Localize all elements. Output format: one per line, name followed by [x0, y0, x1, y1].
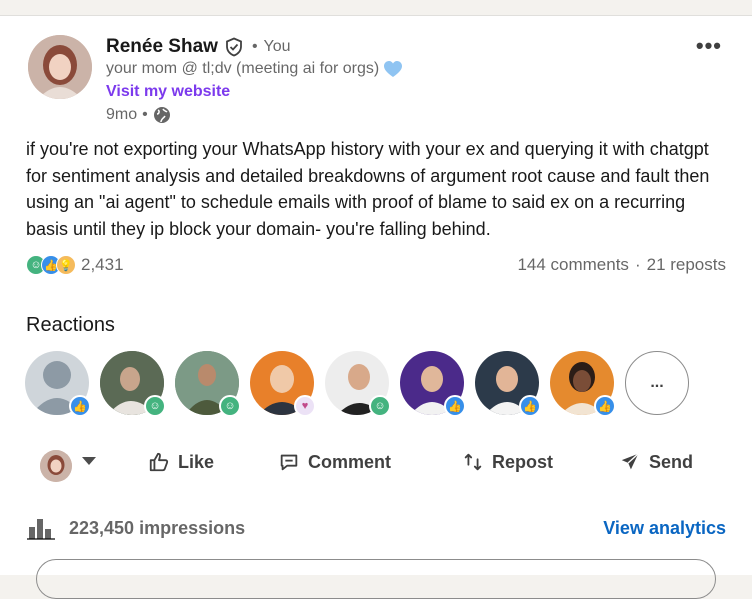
separator-dot: •	[142, 106, 148, 123]
actor-avatar[interactable]	[40, 450, 72, 482]
post-body: if you're not exporting your WhatsApp hi…	[26, 139, 710, 239]
like-badge-icon: 👍	[444, 395, 466, 417]
repost-button[interactable]: Repost	[462, 451, 553, 473]
funny-badge-icon: ☺	[144, 395, 166, 417]
reactor-avatar[interactable]: ♥	[250, 351, 316, 417]
repost-label: Repost	[492, 451, 554, 472]
reactor-avatar[interactable]: ☺	[100, 351, 166, 417]
reactions-heading: Reactions	[26, 314, 115, 336]
blue-heart-icon	[384, 61, 403, 77]
verified-shield-icon	[226, 37, 242, 57]
author-name[interactable]: Renée Shaw	[106, 36, 218, 58]
insightful-reaction-icon: 💡	[56, 255, 76, 275]
repost-icon	[464, 453, 482, 471]
more-reactors-button[interactable]: ...	[625, 351, 689, 415]
like-badge-icon: 👍	[594, 395, 616, 417]
funny-badge-icon: ☺	[369, 395, 391, 417]
author-avatar[interactable]	[28, 35, 92, 99]
separator-dot: •	[251, 38, 258, 55]
funny-badge-icon: ☺	[219, 395, 241, 417]
more-options-icon[interactable]: •••	[696, 33, 722, 59]
reactor-list: 👍 ☺ ☺ ♥ ☺ 👍 👍 👍 ...	[25, 351, 689, 417]
reactor-avatar[interactable]: ☺	[325, 351, 391, 417]
action-bar: Like Comment Repost Send	[0, 443, 752, 489]
website-link[interactable]: Visit my website	[106, 83, 230, 101]
reaction-summary[interactable]: ☺ 👍 💡 2,431	[26, 255, 124, 275]
like-badge-icon: 👍	[519, 395, 541, 417]
relation-label: You	[263, 38, 291, 55]
like-button[interactable]: Like	[148, 451, 214, 473]
reactor-avatar[interactable]: 👍	[400, 351, 466, 417]
comment-label: Comment	[308, 451, 392, 472]
analytics-row: 223,450 impressions View analytics	[0, 514, 752, 544]
send-label: Send	[649, 451, 694, 472]
globe-icon	[153, 107, 170, 123]
social-counts: ☺ 👍 💡 2,431 144 comments · 21 reposts	[26, 253, 726, 277]
comments-count[interactable]: 144 comments	[517, 255, 629, 275]
like-label: Like	[178, 451, 215, 472]
comment-button[interactable]: Comment	[278, 451, 391, 473]
reposts-count[interactable]: 21 reposts	[647, 255, 726, 275]
post-time: 9mo	[106, 106, 138, 123]
reactor-avatar[interactable]: 👍	[475, 351, 541, 417]
headline-text: your mom @ tl;dv (meeting ai for orgs)	[106, 60, 380, 77]
send-button[interactable]: Send	[619, 451, 693, 473]
comment-icon	[280, 454, 298, 471]
thumbs-up-icon	[149, 452, 169, 472]
love-badge-icon: ♥	[294, 395, 316, 417]
reactor-avatar[interactable]: 👍	[25, 351, 91, 417]
comment-input[interactable]	[36, 559, 716, 599]
post-card: Renée Shaw • You your mom @ tl;dv (meeti…	[0, 15, 752, 599]
send-icon	[621, 453, 639, 470]
post-meta: 9mo •	[106, 106, 171, 124]
reactor-avatar[interactable]: 👍	[550, 351, 616, 417]
bar-chart-icon	[27, 519, 55, 540]
chevron-down-icon[interactable]	[82, 457, 96, 465]
reaction-count[interactable]: 2,431	[81, 255, 124, 275]
view-analytics-link[interactable]: View analytics	[603, 518, 726, 539]
author-headline: your mom @ tl;dv (meeting ai for orgs)	[106, 60, 403, 78]
like-badge-icon: 👍	[69, 395, 91, 417]
reactor-avatar[interactable]: ☺	[175, 351, 241, 417]
separator-dot: ·	[634, 255, 641, 274]
impressions-count: 223,450 impressions	[69, 518, 246, 538]
